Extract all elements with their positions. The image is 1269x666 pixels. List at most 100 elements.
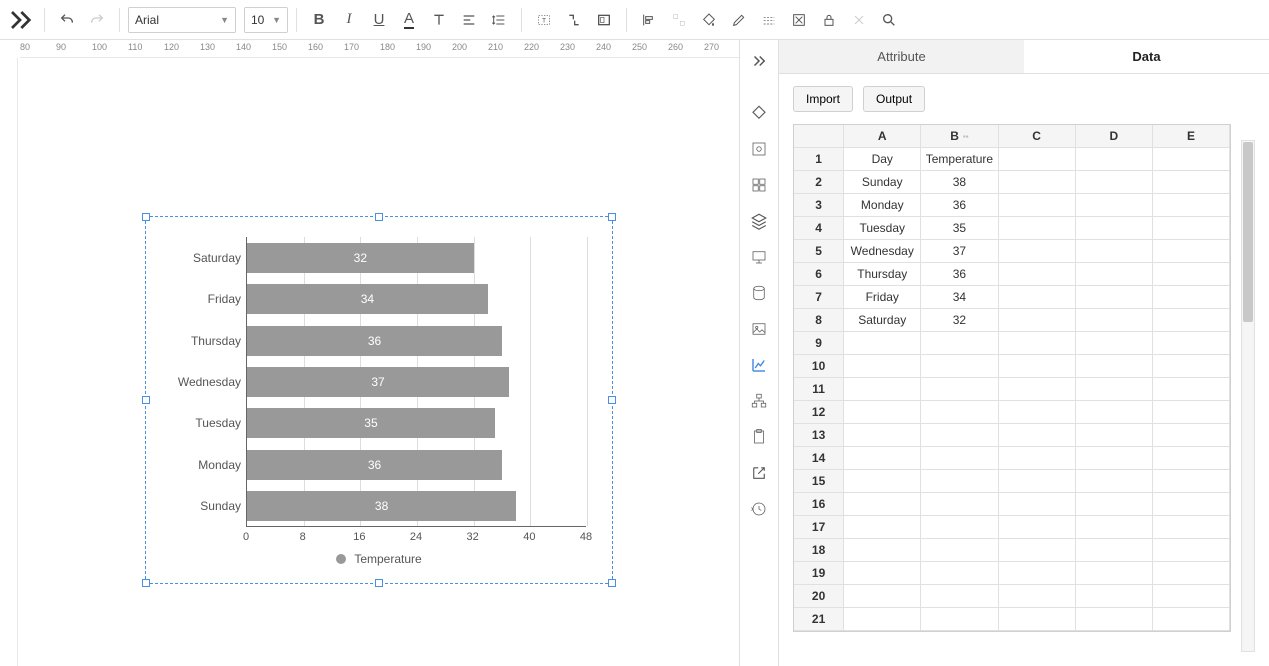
row-header[interactable]: 5 [794, 240, 844, 263]
cell[interactable] [921, 447, 998, 470]
export-panel-button[interactable] [744, 458, 774, 488]
row-header[interactable]: 19 [794, 562, 844, 585]
row-header[interactable]: 15 [794, 470, 844, 493]
cell[interactable] [1153, 424, 1230, 447]
cell[interactable]: 36 [921, 194, 998, 217]
cell[interactable]: Friday [844, 286, 921, 309]
cell[interactable] [844, 401, 921, 424]
row-header[interactable]: 12 [794, 401, 844, 424]
cell[interactable] [999, 378, 1076, 401]
cell[interactable] [999, 539, 1076, 562]
history-panel-button[interactable] [744, 494, 774, 524]
row-header[interactable]: 18 [794, 539, 844, 562]
resize-handle-bl[interactable] [142, 579, 150, 587]
cell[interactable] [1153, 355, 1230, 378]
table-row[interactable]: 8Saturday32 [794, 309, 1230, 332]
resize-handle-mr[interactable] [608, 396, 616, 404]
table-row[interactable]: 6Thursday36 [794, 263, 1230, 286]
undo-button[interactable] [53, 6, 81, 34]
cell[interactable] [1153, 585, 1230, 608]
font-color-button[interactable]: A [395, 6, 423, 34]
chart-panel-button[interactable] [744, 350, 774, 380]
cell[interactable] [1076, 470, 1153, 493]
row-header[interactable]: 4 [794, 217, 844, 240]
font-size-select[interactable]: 10 ▼ [244, 7, 288, 33]
font-select[interactable]: Arial ▼ [128, 7, 236, 33]
clipboard-panel-button[interactable] [744, 422, 774, 452]
cell[interactable] [1153, 447, 1230, 470]
cell[interactable] [1153, 148, 1230, 171]
italic-button[interactable]: I [335, 6, 363, 34]
table-row[interactable]: 13 [794, 424, 1230, 447]
cell[interactable] [999, 148, 1076, 171]
output-button[interactable]: Output [863, 86, 925, 112]
presentation-panel-button[interactable] [744, 242, 774, 272]
text-box-button[interactable]: T [530, 6, 558, 34]
table-row[interactable]: 2Sunday38 [794, 171, 1230, 194]
cell[interactable] [1076, 148, 1153, 171]
cell[interactable] [1076, 539, 1153, 562]
cell[interactable]: 38 [921, 171, 998, 194]
cell[interactable] [1153, 171, 1230, 194]
cell[interactable] [1076, 263, 1153, 286]
cell[interactable]: Saturday [844, 309, 921, 332]
cell[interactable] [844, 447, 921, 470]
search-button[interactable] [875, 6, 903, 34]
cell[interactable] [1153, 240, 1230, 263]
row-header[interactable]: 3 [794, 194, 844, 217]
cell[interactable]: Temperature [921, 148, 998, 171]
col-header-A[interactable]: A [844, 125, 921, 148]
stroke-style-button[interactable] [755, 6, 783, 34]
cell[interactable] [999, 516, 1076, 539]
cell[interactable] [999, 424, 1076, 447]
cell[interactable] [1076, 171, 1153, 194]
table-row[interactable]: 18 [794, 539, 1230, 562]
cell[interactable]: 34 [921, 286, 998, 309]
cell[interactable] [999, 263, 1076, 286]
cell[interactable] [1076, 424, 1153, 447]
cell[interactable] [1153, 309, 1230, 332]
col-header-D[interactable]: D [1076, 125, 1153, 148]
row-header[interactable]: 21 [794, 608, 844, 631]
tab-attribute[interactable]: Attribute [779, 40, 1024, 73]
image-button[interactable] [590, 6, 618, 34]
bold-button[interactable]: B [305, 6, 333, 34]
cell[interactable] [1153, 378, 1230, 401]
cell[interactable] [999, 562, 1076, 585]
underline-button[interactable]: U [365, 6, 393, 34]
image-panel-button[interactable] [744, 314, 774, 344]
table-row[interactable]: 19 [794, 562, 1230, 585]
cell[interactable] [1076, 332, 1153, 355]
canvas-content[interactable]: Saturday32Friday34Thursday36Wednesday37T… [20, 60, 739, 666]
table-row[interactable]: 11 [794, 378, 1230, 401]
lock-button[interactable] [815, 6, 843, 34]
cell[interactable] [921, 516, 998, 539]
cell[interactable] [921, 539, 998, 562]
table-row[interactable]: 7Friday34 [794, 286, 1230, 309]
cell[interactable] [844, 470, 921, 493]
cell[interactable] [844, 516, 921, 539]
cell[interactable] [1153, 286, 1230, 309]
row-header[interactable]: 8 [794, 309, 844, 332]
cell[interactable] [1076, 378, 1153, 401]
sheet-scroll-thumb[interactable] [1243, 142, 1253, 322]
cell[interactable] [999, 332, 1076, 355]
align-left-button[interactable] [635, 6, 663, 34]
table-row[interactable]: 14 [794, 447, 1230, 470]
cell[interactable] [999, 355, 1076, 378]
cell[interactable] [1076, 286, 1153, 309]
cell[interactable] [1153, 217, 1230, 240]
cell[interactable] [1076, 355, 1153, 378]
cell[interactable] [999, 194, 1076, 217]
table-row[interactable]: 3Monday36 [794, 194, 1230, 217]
cell[interactable] [1153, 608, 1230, 631]
cell[interactable]: Monday [844, 194, 921, 217]
tools-button[interactable] [845, 6, 873, 34]
cell[interactable] [921, 378, 998, 401]
cell[interactable] [999, 217, 1076, 240]
cell[interactable]: 32 [921, 309, 998, 332]
resize-handle-ml[interactable] [142, 396, 150, 404]
cell[interactable] [921, 562, 998, 585]
cell[interactable] [844, 608, 921, 631]
cell[interactable] [999, 240, 1076, 263]
